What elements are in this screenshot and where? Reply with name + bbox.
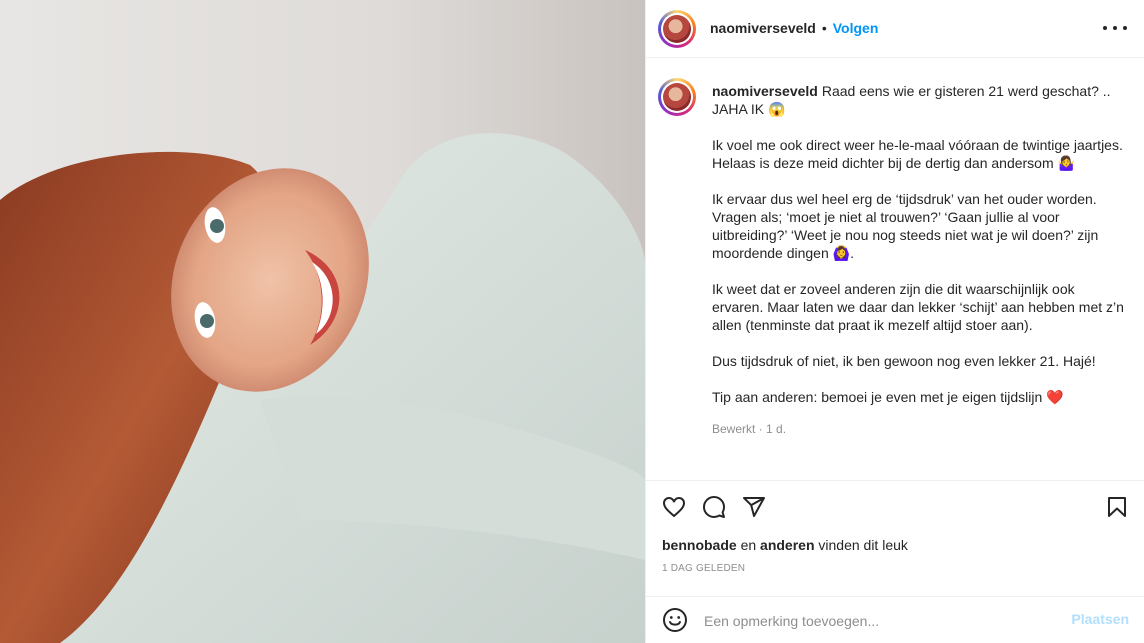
- header-username[interactable]: naomiverseveld: [710, 20, 816, 36]
- caption-paragraph-2: Ik voel me ook direct weer he-le-maal vó…: [712, 137, 1127, 171]
- share-icon[interactable]: [742, 495, 766, 524]
- comment-icon[interactable]: [702, 495, 726, 524]
- post-header: naomiverseveld • Volgen: [646, 0, 1144, 58]
- heart-icon[interactable]: [662, 495, 686, 524]
- bookmark-icon[interactable]: [1105, 495, 1129, 524]
- more-horizontal-icon[interactable]: [1103, 18, 1127, 38]
- post-comment-button[interactable]: Plaatsen: [1071, 611, 1129, 627]
- follow-button[interactable]: Volgen: [833, 20, 879, 36]
- post-side-panel: naomiverseveld • Volgen naomiverseveld Ra…: [645, 0, 1144, 643]
- caption-paragraph-4: Ik weet dat er zoveel anderen zijn die d…: [712, 281, 1128, 333]
- avatar[interactable]: [658, 10, 696, 48]
- likes-suffix: vinden dit leuk: [818, 537, 908, 553]
- caption-avatar[interactable]: [658, 78, 696, 116]
- post-photo[interactable]: [0, 0, 645, 643]
- caption-paragraph-1: naomiverseveld Raad eens wie er gisteren …: [712, 83, 1115, 117]
- comment-bar: Plaatsen: [646, 596, 1144, 643]
- comment-input[interactable]: [702, 609, 1056, 633]
- post-date[interactable]: 1 DAG GELEDEN: [662, 563, 745, 574]
- smiley-icon[interactable]: [662, 607, 688, 638]
- caption-meta: Bewerkt · 1 d.: [712, 422, 787, 436]
- caption: naomiverseveld Raad eens wie er gisteren …: [712, 82, 1126, 438]
- caption-paragraph-6: Tip aan anderen: bemoei je even met je e…: [712, 389, 1064, 405]
- likes-user[interactable]: bennobade: [662, 537, 737, 553]
- caption-paragraph-5: Dus tijdsdruk of niet, ik ben gewoon nog…: [712, 353, 1096, 369]
- separator-dot: •: [821, 20, 827, 36]
- likes-others[interactable]: anderen: [760, 537, 814, 553]
- photo-image: [0, 0, 645, 643]
- caption-paragraph-3: Ik ervaar dus wel heel erg de ‘tijdsdruk…: [712, 191, 1103, 261]
- caption-username[interactable]: naomiverseveld: [712, 83, 818, 99]
- likes-connector: en: [740, 537, 757, 553]
- likes-summary: bennobade en anderen vinden dit leuk: [662, 537, 908, 553]
